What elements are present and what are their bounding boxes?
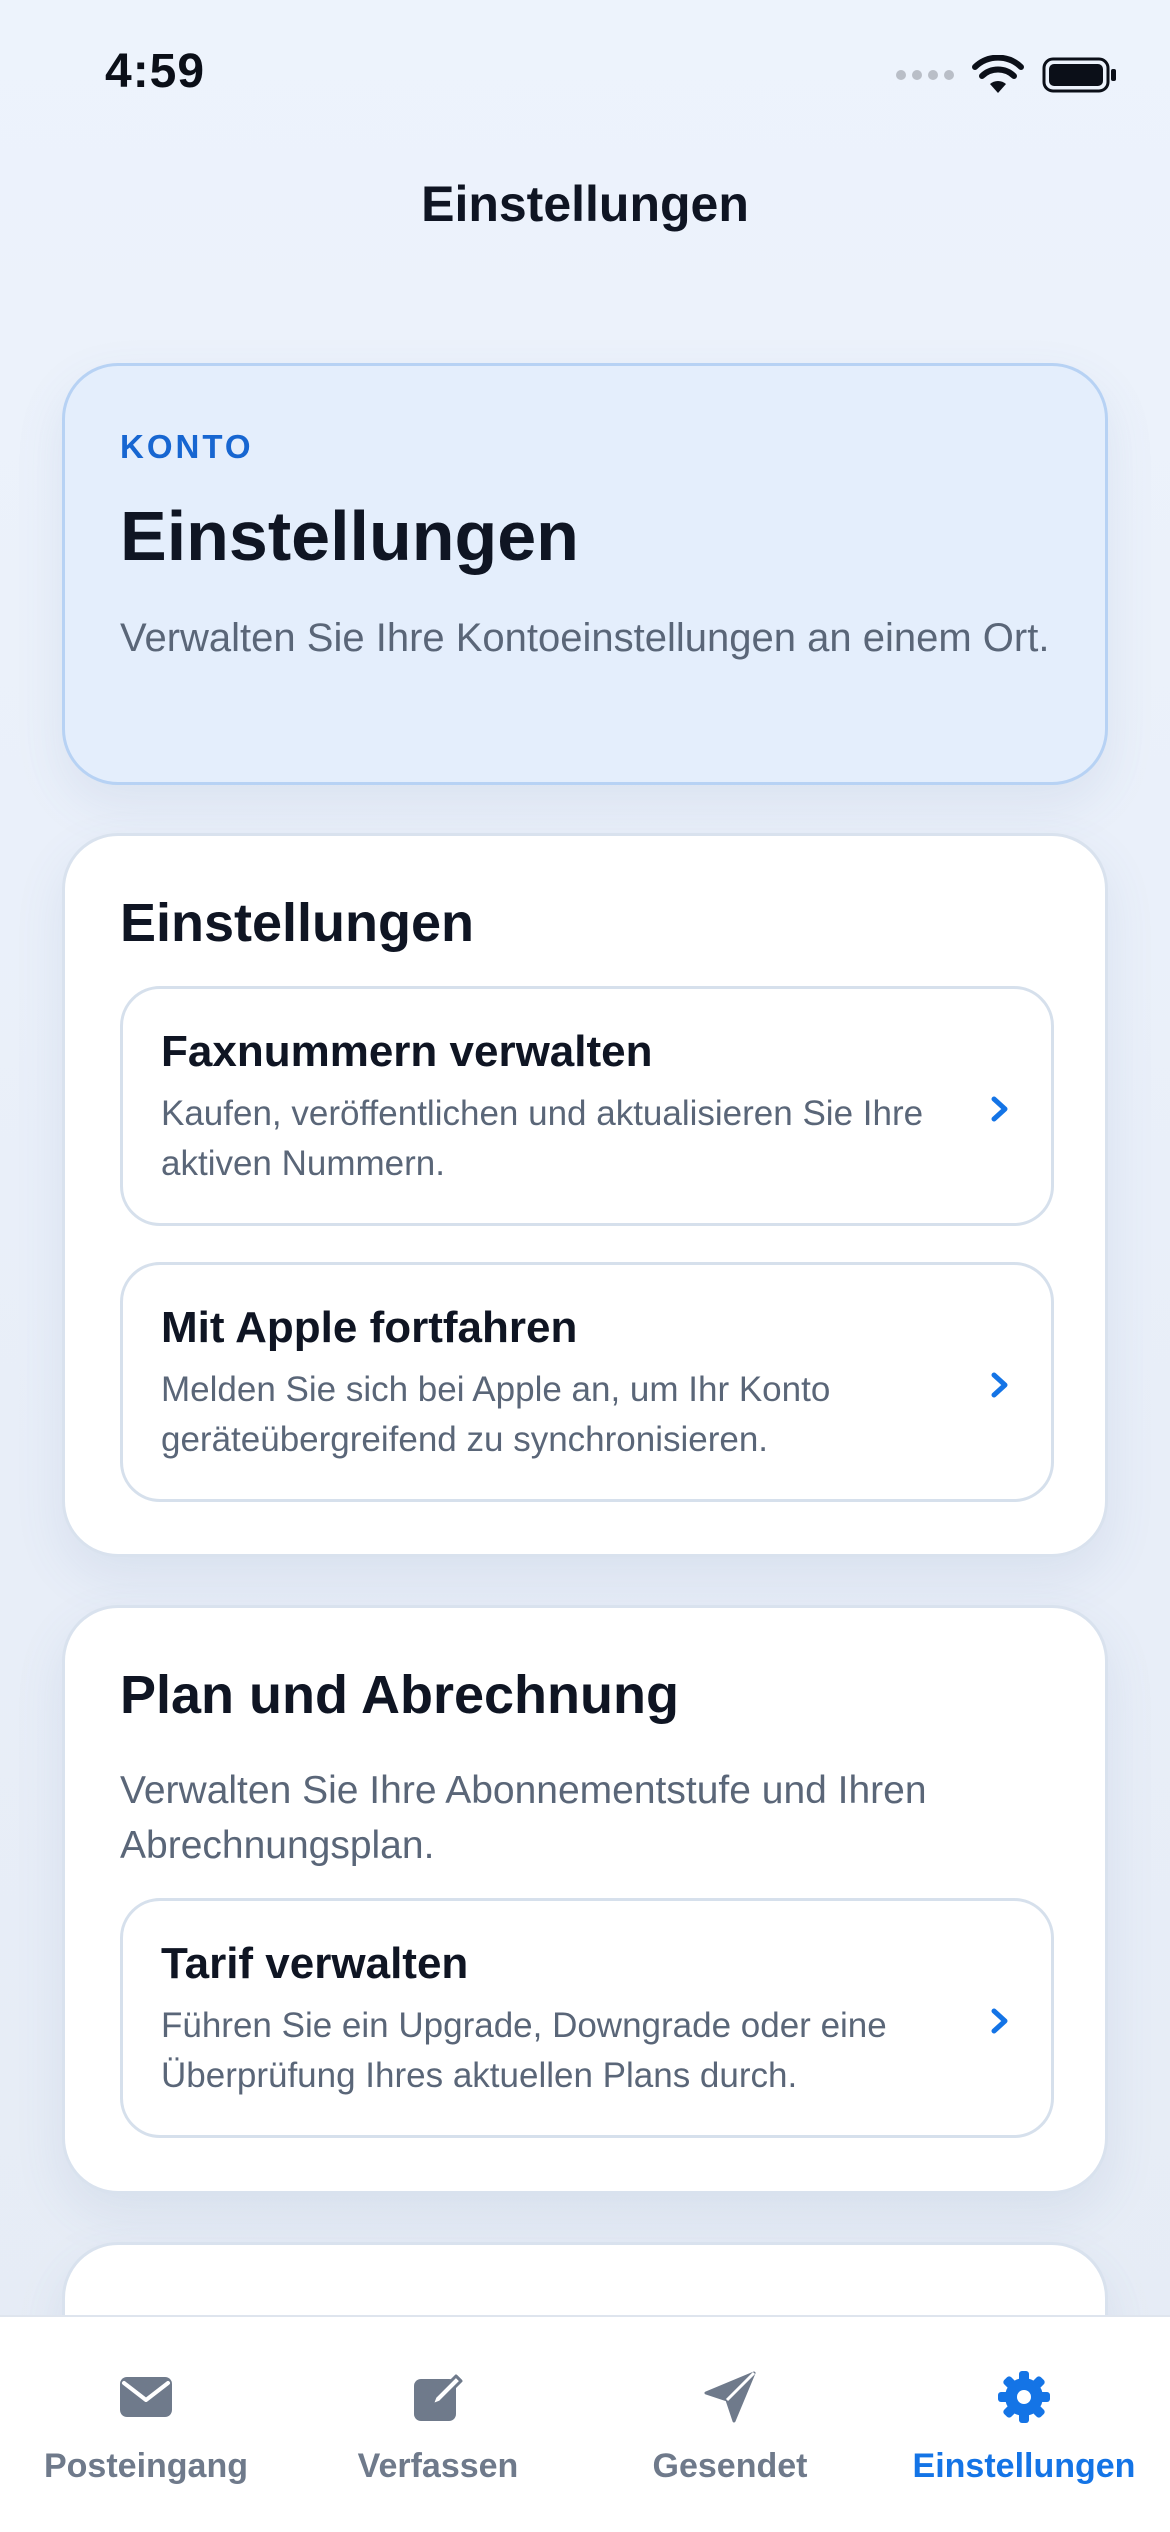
tab-bar: Posteingang Verfassen Gesendet Einstellu… xyxy=(0,2315,1170,2532)
settings-screen: 4:59 Einstellungen KONTO Einstellungen V… xyxy=(0,0,1170,2532)
tab-label: Posteingang xyxy=(43,2447,249,2485)
tab-sent[interactable]: Gesendet xyxy=(584,2317,876,2532)
tab-settings[interactable]: Einstellungen xyxy=(878,2317,1170,2532)
hero-eyebrow: KONTO xyxy=(120,428,254,465)
tab-label: Gesendet xyxy=(652,2447,808,2485)
continue-with-apple-row[interactable]: Mit Apple fortfahren Melden Sie sich bei… xyxy=(120,1262,1054,1502)
row-subtitle: Melden Sie sich bei Apple an, um Ihr Kon… xyxy=(161,1370,831,1459)
status-time: 4:59 xyxy=(105,45,206,98)
manage-plan-row[interactable]: Tarif verwalten Führen Sie ein Upgrade, … xyxy=(120,1898,1054,2138)
signal-icon xyxy=(896,70,954,80)
plan-billing-section-card: Plan und Abrechnung Verwalten Sie Ihre A… xyxy=(62,1605,1108,2194)
manage-fax-numbers-row[interactable]: Faxnummern verwalten Kaufen, veröffentli… xyxy=(120,986,1054,1226)
nav-title: Einstellungen xyxy=(421,176,749,232)
section-title: Einstellungen xyxy=(120,893,475,953)
battery-icon xyxy=(1042,57,1116,93)
tab-compose[interactable]: Verfassen xyxy=(292,2317,584,2532)
section-title: Plan und Abrechnung xyxy=(120,1665,679,1725)
envelope-icon xyxy=(120,2377,172,2417)
chevron-right-icon xyxy=(991,1096,1008,1122)
settings-section-card: Einstellungen Faxnummern verwalten Kaufe… xyxy=(62,833,1108,1557)
chevron-right-icon xyxy=(991,2008,1008,2034)
row-title: Tarif verwalten xyxy=(161,1939,469,1988)
compose-icon xyxy=(414,2374,463,2421)
row-title: Faxnummern verwalten xyxy=(161,1027,653,1076)
gear-icon xyxy=(998,2371,1050,2423)
paper-plane-icon xyxy=(704,2371,756,2423)
hero-subtitle: Verwalten Sie Ihre Kontoeinstellungen an… xyxy=(120,616,1050,660)
row-title: Mit Apple fortfahren xyxy=(161,1303,578,1352)
status-icons xyxy=(896,52,1118,98)
row-subtitle: Führen Sie ein Upgrade, Downgrade oder e… xyxy=(161,2006,887,2095)
status-bar: 4:59 xyxy=(0,0,1170,140)
tab-label: Verfassen xyxy=(357,2447,519,2485)
row-subtitle: Kaufen, veröffentlichen und aktualisiere… xyxy=(161,1094,924,1183)
wifi-icon xyxy=(972,55,1024,93)
account-hero-card: KONTO Einstellungen Verwalten Sie Ihre K… xyxy=(62,363,1108,785)
hero-title: Einstellungen xyxy=(120,497,579,575)
chevron-right-icon xyxy=(991,1372,1008,1398)
tab-label: Einstellungen xyxy=(912,2447,1136,2485)
section-description: Verwalten Sie Ihre Abonnementstufe und I… xyxy=(120,1769,927,1867)
tab-inbox[interactable]: Posteingang xyxy=(0,2317,292,2532)
